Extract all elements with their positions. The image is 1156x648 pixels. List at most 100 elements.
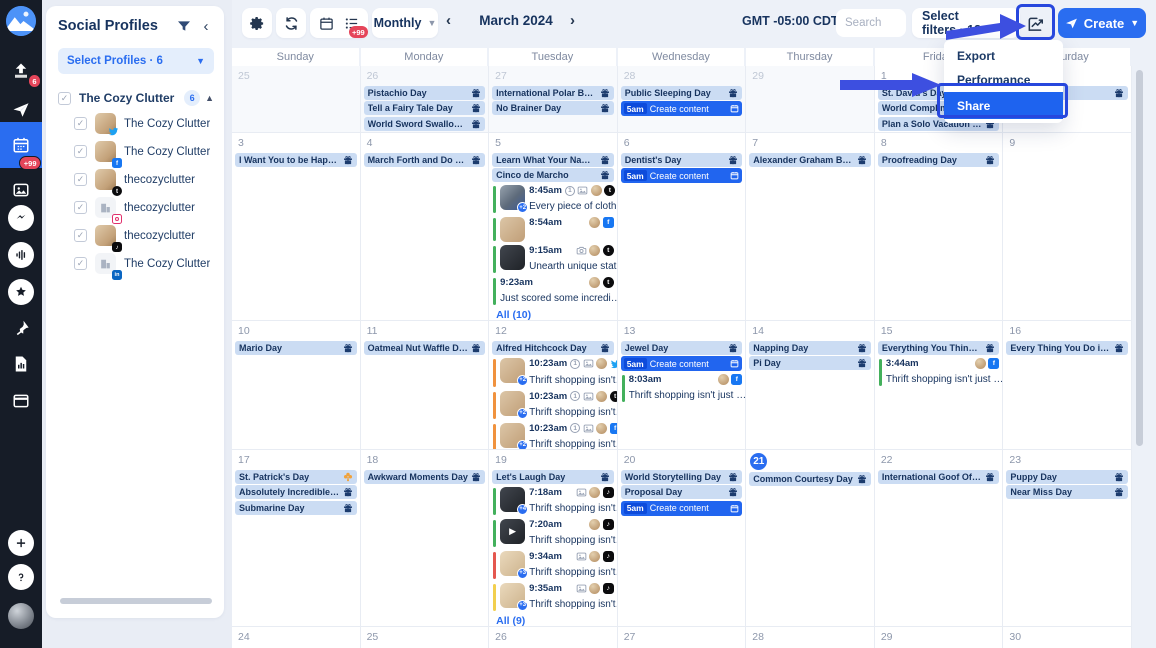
refresh-button[interactable] [276, 8, 306, 38]
holiday-pill[interactable]: Proofreading Day [878, 153, 1000, 167]
share-performance-button[interactable] [1023, 10, 1049, 36]
day-cell-9[interactable]: 9 [1003, 133, 1132, 321]
day-cell-15[interactable]: 15Everything You Think is Wro…3:44amfThr… [875, 321, 1004, 450]
day-cell-17[interactable]: 17St. Patrick's DayAbsolutely Incredible… [232, 450, 361, 627]
profile-checkbox[interactable]: ✓ [74, 145, 87, 158]
holiday-pill[interactable]: Pistachio Day [364, 86, 486, 100]
day-cell-26[interactable]: 26 [489, 627, 618, 648]
rail-item-help-icon[interactable] [0, 562, 42, 592]
holiday-pill[interactable]: Puppy Day [1006, 470, 1128, 484]
holiday-pill[interactable]: Near Miss Day [1006, 485, 1128, 499]
filters-dropdown[interactable]: Select filters · 18 ▼ [912, 8, 1020, 38]
holiday-pill[interactable]: Common Courtesy Day [749, 472, 871, 486]
scheduled-post[interactable]: +39:35am♪Thrift shopping isn't… [493, 583, 614, 612]
create-button[interactable]: Create ▼ [1058, 8, 1146, 38]
select-profiles-dropdown[interactable]: Select Profiles · 6 ▼ [58, 48, 214, 74]
holiday-pill[interactable]: Jewel Day [621, 341, 743, 355]
scheduled-post[interactable]: +39:34am♪Thrift shopping isn't… [493, 551, 614, 580]
holiday-pill[interactable]: World Sword Swallowers Day [364, 117, 486, 131]
profile-checkbox[interactable]: ✓ [74, 229, 87, 242]
rail-item-audio-icon[interactable] [0, 240, 42, 270]
rail-item-app-logo[interactable] [0, 6, 42, 36]
day-cell-19[interactable]: 19Let's Laugh Day+47:18am♪Thrift shoppin… [489, 450, 618, 627]
holiday-pill[interactable]: World Storytelling Day [621, 470, 743, 484]
menu-item-performance[interactable]: Performance [944, 68, 1063, 92]
day-cell-23[interactable]: 23Puppy DayNear Miss Day [1003, 450, 1132, 627]
day-cell-11[interactable]: 11Oatmeal Nut Waffle Day [361, 321, 490, 450]
holiday-pill[interactable]: Public Sleeping Day [621, 86, 743, 100]
day-cell-29[interactable]: 29 [746, 66, 875, 133]
day-cell-21[interactable]: 21Common Courtesy Day [746, 450, 875, 627]
day-cell-4[interactable]: 4March Forth and Do Someth… [361, 133, 490, 321]
holiday-pill[interactable]: Awkward Moments Day [364, 470, 486, 484]
rail-item-calendar-nav-icon[interactable]: +99 [0, 122, 42, 168]
content-slot-pill[interactable]: 5amCreate content [621, 501, 743, 516]
rail-item-add-icon[interactable] [0, 528, 42, 558]
profile-checkbox[interactable]: ✓ [74, 173, 87, 186]
next-month-button[interactable]: › [570, 12, 575, 29]
day-cell-7[interactable]: 7Alexander Graham Bell Day [746, 133, 875, 321]
holiday-pill[interactable]: Submarine Day [235, 501, 357, 515]
holiday-pill[interactable]: March Forth and Do Someth… [364, 153, 486, 167]
group-checkbox[interactable]: ✓ [58, 92, 71, 105]
day-cell-8[interactable]: 8Proofreading Day [875, 133, 1004, 321]
profile-row-facebook[interactable]: ✓fThe Cozy Clutter [74, 141, 216, 162]
profile-row-twitter[interactable]: ✓The Cozy Clutter [74, 113, 216, 134]
scheduled-post[interactable]: +210:23am1Thrift shopping isn't… [493, 358, 614, 388]
holiday-pill[interactable]: Alfred Hitchcock Day [492, 341, 614, 355]
view-mode-dropdown[interactable]: Monthly ▼ [372, 8, 438, 38]
day-cell-12[interactable]: 12Alfred Hitchcock Day+210:23am1Thrift s… [489, 321, 618, 450]
holiday-pill[interactable]: Dentist's Day [621, 153, 743, 167]
panel-collapse-icon[interactable]: ‹ [198, 18, 214, 34]
day-cell-29[interactable]: 29 [875, 627, 1004, 648]
holiday-pill[interactable]: Cinco de Marcho [492, 168, 614, 182]
scheduled-post[interactable]: 8:03amfThrift shopping isn't just … [622, 374, 743, 403]
holiday-pill[interactable]: Absolutely Incredible Kid Day [235, 485, 357, 499]
scheduled-post[interactable]: +210:23am1fThrift shopping isn't… [493, 423, 614, 451]
holiday-pill[interactable]: Tell a Fairy Tale Day [364, 101, 486, 115]
show-all-link[interactable]: All (9) [496, 615, 617, 627]
profile-checkbox[interactable]: ✓ [74, 117, 87, 130]
rail-item-paper-plane-icon[interactable] [0, 95, 42, 125]
vertical-scrollbar[interactable] [1136, 70, 1143, 446]
day-cell-26[interactable]: 26Pistachio DayTell a Fairy Tale DayWorl… [361, 66, 490, 133]
scheduled-post[interactable]: +47:18am♪Thrift shopping isn't… [493, 487, 614, 516]
day-cell-3[interactable]: 3I Want You to be Happy Day [232, 133, 361, 321]
holiday-pill[interactable]: Oatmeal Nut Waffle Day [364, 341, 486, 355]
profile-row-tiktok[interactable]: ✓♪thecozyclutter [74, 225, 216, 246]
prev-month-button[interactable]: ‹ [446, 12, 451, 29]
holiday-pill[interactable]: I Want You to be Happy Day [235, 153, 357, 167]
content-slot-pill[interactable]: 5amCreate content [621, 356, 743, 371]
holiday-pill[interactable]: St. Patrick's Day [235, 470, 357, 484]
show-all-link[interactable]: All (10) [496, 309, 617, 321]
day-cell-6[interactable]: 6Dentist's Day5amCreate content [618, 133, 747, 321]
rail-item-star-badge-icon[interactable] [0, 277, 42, 307]
day-cell-27[interactable]: 27International Polar Bear DayNo Brainer… [489, 66, 618, 133]
day-cell-24[interactable]: 24 [232, 627, 361, 648]
content-slot-pill[interactable]: 5amCreate content [621, 101, 743, 116]
day-cell-22[interactable]: 22International Goof Off Day [875, 450, 1004, 627]
scheduled-post[interactable]: +28:45am1tEvery piece of clothi… [493, 185, 614, 214]
day-cell-30[interactable]: 30 [1003, 627, 1132, 648]
menu-item-share[interactable]: Share [944, 92, 1063, 119]
scheduled-post[interactable]: ▶7:20am♪Thrift shopping isn't… [493, 519, 614, 548]
day-cell-14[interactable]: 14Napping DayPi Day [746, 321, 875, 450]
menu-item-export[interactable]: Export [944, 44, 1063, 68]
day-cell-20[interactable]: 20World Storytelling DayProposal Day5amC… [618, 450, 747, 627]
holiday-pill[interactable]: Every Thing You Do is Right … [1006, 341, 1128, 355]
rail-item-user-avatar[interactable] [0, 601, 42, 631]
profile-group-row[interactable]: ✓ The Cozy Clutter 6 ▲ [58, 90, 214, 106]
holiday-pill[interactable]: Proposal Day [621, 485, 743, 499]
rail-item-pin-icon[interactable] [0, 313, 42, 343]
rail-item-browser-icon[interactable] [0, 386, 42, 416]
holiday-pill[interactable]: Learn What Your Name Mea… [492, 153, 614, 167]
profile-row-tumblr[interactable]: ✓tthecozyclutter [74, 169, 216, 190]
profile-checkbox[interactable]: ✓ [74, 257, 87, 270]
rail-item-media-icon[interactable] [0, 175, 42, 205]
scheduled-post[interactable]: +210:23am1tThrift shopping isn't… [493, 391, 614, 420]
profile-row-linkedin[interactable]: ✓inThe Cozy Clutter [74, 253, 216, 274]
day-cell-10[interactable]: 10Mario Day [232, 321, 361, 450]
holiday-pill[interactable]: Alexander Graham Bell Day [749, 153, 871, 167]
holiday-pill[interactable]: Napping Day [749, 341, 871, 355]
rail-item-publish-icon[interactable]: 6 [0, 56, 42, 86]
